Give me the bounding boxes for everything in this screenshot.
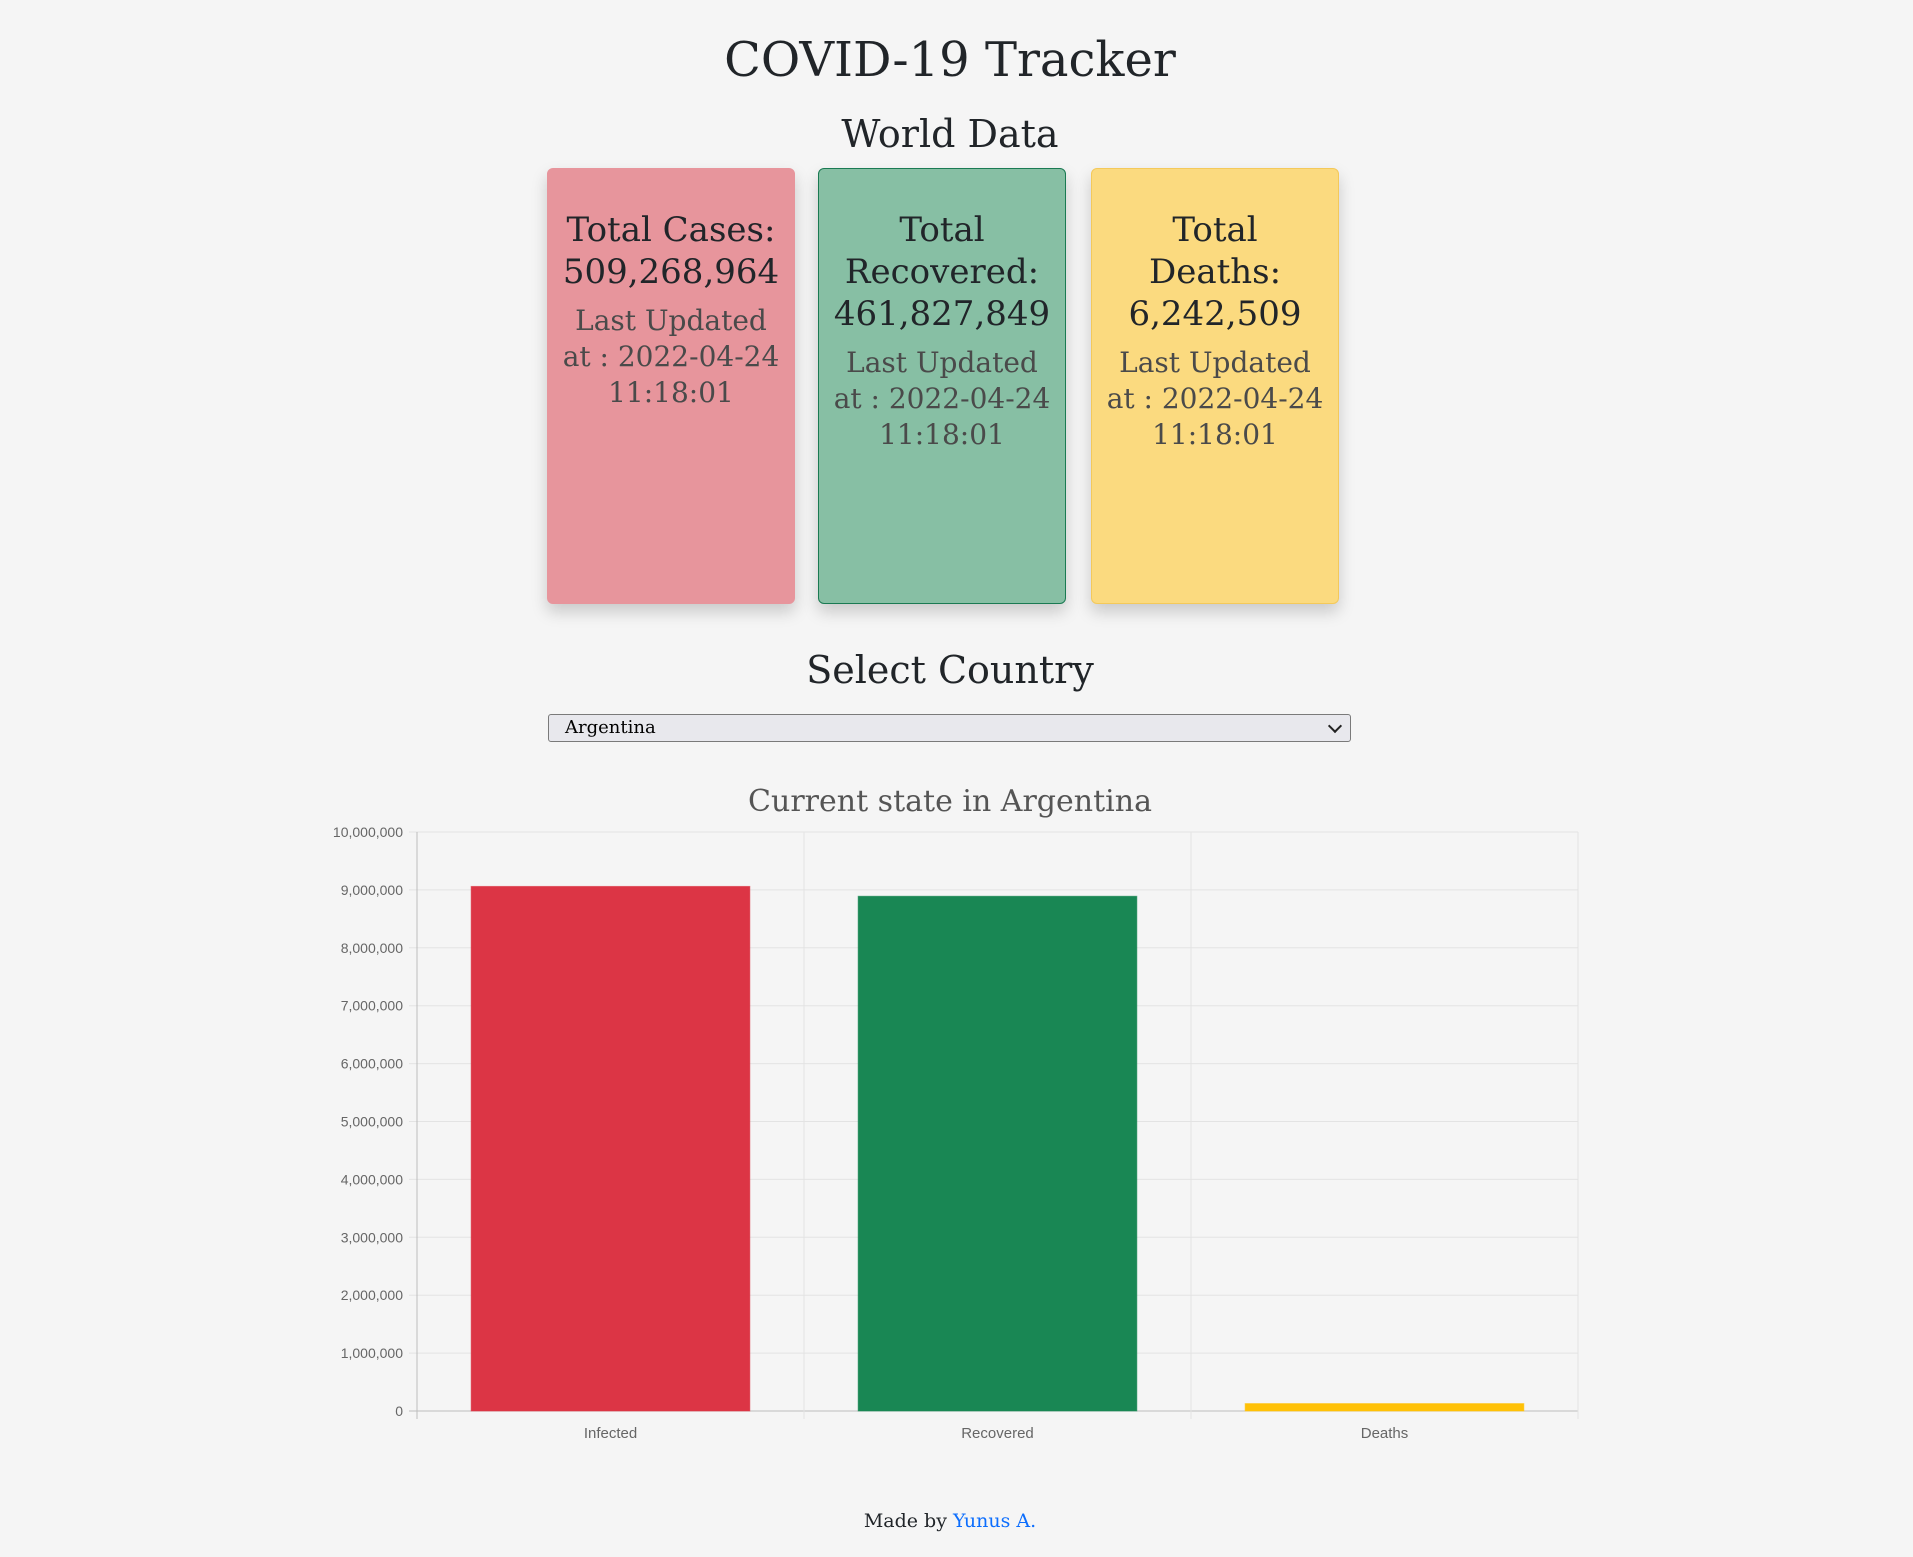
- x-tick-label: Recovered: [961, 1425, 1034, 1442]
- y-tick-label: 0: [395, 1403, 403, 1419]
- y-tick-label: 5,000,000: [341, 1114, 403, 1130]
- bar-deaths: [1244, 1403, 1525, 1412]
- y-tick-label: 8,000,000: [341, 940, 403, 956]
- y-tick-label: 1,000,000: [341, 1345, 403, 1361]
- footer: Made by Yunus A.: [0, 1508, 1900, 1534]
- y-tick-label: 2,000,000: [341, 1287, 403, 1303]
- y-tick-label: 7,000,000: [341, 998, 403, 1014]
- y-tick-label: 4,000,000: [341, 1171, 403, 1187]
- author-link[interactable]: Yunus A.: [953, 1510, 1036, 1532]
- page: COVID-19 Tracker World Data Total Cases:…: [0, 0, 1913, 1557]
- y-tick-label: 3,000,000: [341, 1229, 403, 1245]
- y-tick-label: 9,000,000: [341, 882, 403, 898]
- footer-prefix: Made by: [863, 1510, 947, 1532]
- bar-chart: 0 1,000,000 2,000,000 3,000,000 4,000,000 5,0…: [333, 824, 1579, 1442]
- bar-recovered: [857, 895, 1138, 1412]
- x-tick-label: Deaths: [1361, 1425, 1409, 1442]
- y-tick-label: 6,000,000: [341, 1056, 403, 1072]
- y-tick-label: 10,000,000: [333, 824, 403, 840]
- bar-infected: [470, 885, 751, 1412]
- x-tick-label: Infected: [584, 1425, 637, 1442]
